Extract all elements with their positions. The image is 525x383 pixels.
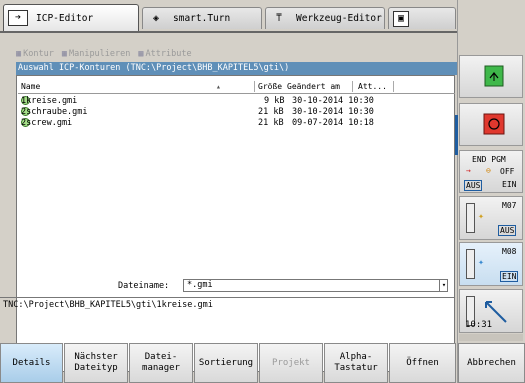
m07-title: M07 [502,201,517,210]
endpgm-ein: EIN [502,180,517,189]
tab-smart-turn[interactable]: ◈ smart.Turn [142,7,262,29]
chevron-down-icon[interactable]: ▾ [439,279,448,292]
tab-icp-editor[interactable]: ➔ ICP-Editor [3,4,139,31]
grid-icon: ▦ [138,49,144,59]
stop-icon: ⊖ [486,166,491,175]
arrow-right-icon: ➔ [8,10,28,26]
m07-toggle[interactable]: ✦ M07 AUS [459,196,523,240]
insert-contour-button[interactable] [459,55,523,98]
softkey-details[interactable]: Details [0,343,63,383]
softkey-file-manager[interactable]: Datei- manager [129,343,193,383]
m08-title: M08 [502,247,517,256]
endpgm-title: END PGM [472,155,506,164]
scroll-indicator [455,115,458,155]
tab-label: Werkzeug-Editor [296,13,382,24]
spray-icon: ✦ [478,211,485,222]
softkey-sort[interactable]: Sortierung [194,343,258,383]
diamond-arrow-icon: ◈ [152,12,160,24]
softkey-open[interactable]: Öffnen [389,343,456,383]
column-divider [352,81,353,92]
tab-label: smart.Turn [173,13,231,24]
tool-icon: ⍑ [275,12,283,24]
column-size[interactable]: Größe [258,82,282,91]
floppy-icon: ▣ [393,10,409,27]
menu-bar: ▦ Kontur ▦ Manipulieren ▦ Attribute [0,46,457,62]
coolant-icon [466,203,475,233]
m07-aus: AUS [498,225,517,236]
menu-attribute[interactable]: ▦ Attribute [138,49,191,59]
divider [0,297,455,298]
path-display: TNC:\Project\BHB_KAPITEL5\gti\1kreise.gm… [3,300,213,310]
arrow-right-icon: → [466,166,471,175]
softkey-cancel[interactable]: Abbrechen [458,343,525,383]
menu-manipulieren[interactable]: ▦ Manipulieren [62,49,131,59]
softkey-alpha-keyboard[interactable]: Alpha- Tastatur [324,343,388,383]
filename-input[interactable]: *.gmi [183,279,448,292]
tab-bar: ➔ ICP-Editor ◈ smart.Turn ⍑ Werkzeug-Edi… [0,0,457,33]
menu-kontur[interactable]: ▦ Kontur [16,49,54,59]
grid-icon: ▦ [61,49,67,59]
delete-contour-icon [483,113,505,135]
endpgm-aus: AUS [464,180,483,191]
tab-underline [0,31,457,33]
spray-icon: ✦ [478,257,485,268]
sort-indicator-icon: ▴ [216,82,221,91]
list-item[interactable]: 1kreise.gmi 9 kB 30-10-2014 10:30 [18,96,455,107]
softkey-project[interactable]: Projekt [259,343,323,383]
column-name[interactable]: Name [21,82,40,91]
filename-label: Dateiname: [118,281,170,291]
column-divider [393,81,394,92]
divider [459,334,523,341]
list-item[interactable]: 2schraube.gmi 21 kB 30-10-2014 10:30 [18,107,455,118]
m08-toggle[interactable]: ✦ M08 EIN [459,242,523,286]
column-attr[interactable]: Att... [358,82,387,91]
grid-icon: ▦ [16,49,22,59]
coolant-icon [466,249,475,279]
list-item[interactable]: 2screw.gmi 21 kB 09-07-2014 10:18 [18,118,455,129]
list-header: Name ▴ Größe Geändert am Att... [18,81,455,94]
tab-label: ICP-Editor [36,12,94,24]
softkey-next-filetype[interactable]: Nächster Dateityp [64,343,128,383]
column-divider [254,81,255,92]
column-date[interactable]: Geändert am [287,82,340,91]
endpgm-toggle[interactable]: END PGM → ⊖ OFF AUS EIN [459,150,523,193]
dialog-title: Auswahl ICP-Konturen (TNC:\Project\BHB_K… [16,62,457,75]
tab-save[interactable]: ▣ [388,7,456,29]
insert-contour-icon [484,65,504,87]
delete-contour-button[interactable] [459,103,523,146]
m08-ein: EIN [500,271,519,282]
clock: 10:31 [465,320,493,330]
endpgm-state: OFF [500,167,515,176]
tab-werkzeug-editor[interactable]: ⍑ Werkzeug-Editor [265,7,385,29]
